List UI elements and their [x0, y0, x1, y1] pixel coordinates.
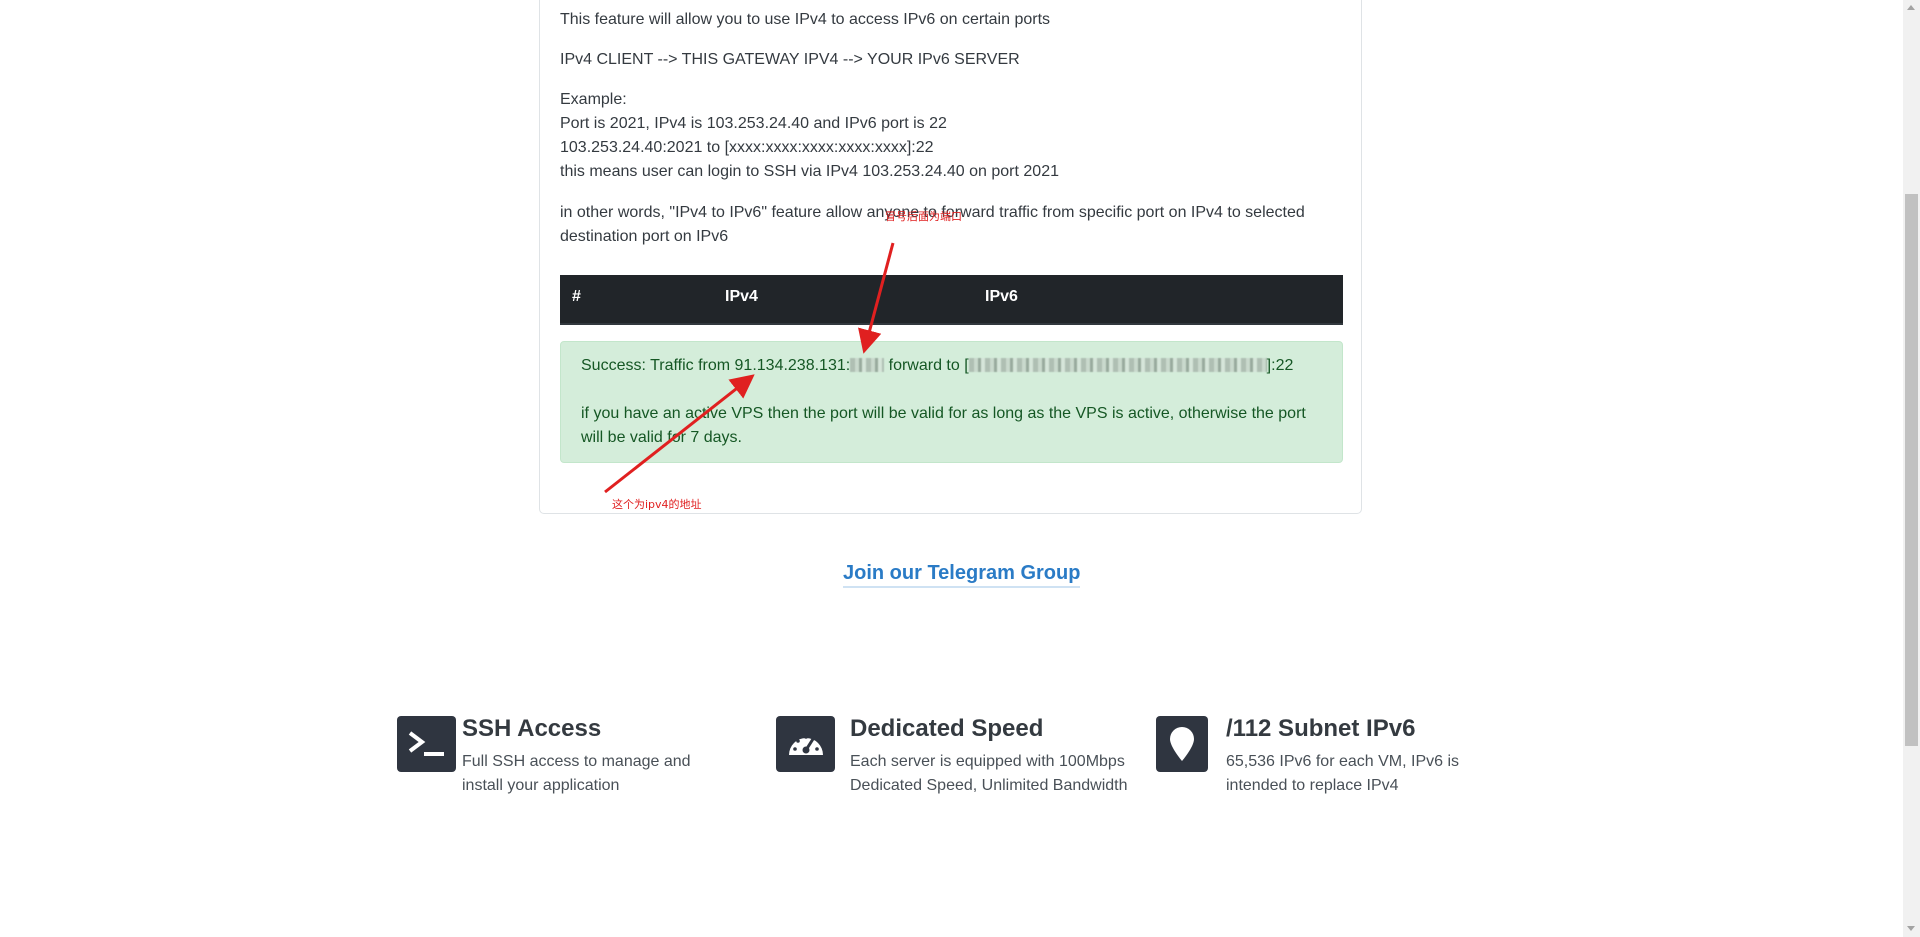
example-line-1: Port is 2021, IPv4 is 103.253.24.40 and …	[560, 115, 947, 132]
telegram-group-link[interactable]: Join our Telegram Group	[843, 562, 1081, 588]
speedometer-icon	[776, 716, 835, 772]
success-middle: forward to [	[884, 357, 969, 374]
page: This feature will allow you to use IPv4 …	[0, 0, 1920, 937]
table-header: # IPv4 IPv6	[560, 275, 1343, 325]
redacted-ipv6-address	[968, 358, 1267, 372]
scrollbar-thumb[interactable]	[1905, 194, 1918, 746]
map-pin-icon	[1156, 716, 1208, 772]
redacted-port	[850, 358, 885, 372]
example-line-2: 103.253.24.40:2021 to [xxxx:xxxx:xxxx:xx…	[560, 139, 934, 156]
success-prefix: Success: Traffic from 91.134.238.131:	[581, 357, 851, 374]
success-alert: Success: Traffic from 91.134.238.131: fo…	[560, 341, 1343, 463]
column-header-ipv6: IPv6	[985, 288, 1018, 305]
validity-message: if you have an active VPS then the port …	[581, 405, 1306, 446]
success-message: Success: Traffic from 91.134.238.131: fo…	[581, 354, 1293, 378]
vertical-scrollbar[interactable]	[1903, 0, 1920, 937]
feature-title: Dedicated Speed	[850, 715, 1044, 742]
ipv4-annotation: 这个为ipv4的地址	[612, 498, 702, 511]
other-words-line-2: destination port on IPv6	[560, 228, 729, 245]
ipv4-to-ipv6-card: This feature will allow you to use IPv4 …	[539, 0, 1362, 514]
port-annotation: 冒号后面为端口	[885, 210, 962, 223]
terminal-icon	[397, 716, 456, 772]
success-suffix: ]:22	[1266, 357, 1294, 374]
feature-title: /112 Subnet IPv6	[1226, 715, 1416, 742]
flow-text: IPv4 CLIENT --> THIS GATEWAY IPV4 --> YO…	[560, 51, 1020, 68]
example-line-3: this means user can login to SSH via IPv…	[560, 163, 1059, 180]
example-heading: Example:	[560, 91, 627, 108]
feature-title: SSH Access	[462, 715, 602, 742]
scroll-down-arrow-icon[interactable]	[1907, 926, 1915, 931]
column-header-hash: #	[572, 288, 581, 305]
scroll-up-arrow-icon[interactable]	[1907, 5, 1915, 10]
intro-text: This feature will allow you to use IPv4 …	[560, 11, 1051, 28]
feature-description: 65,536 IPv6 for each VM, IPv6 is intende…	[1226, 753, 1460, 794]
column-header-ipv4: IPv4	[725, 288, 758, 305]
feature-description: Each server is equipped with 100Mbps Ded…	[850, 753, 1128, 794]
feature-description: Full SSH access to manage and install yo…	[462, 753, 691, 794]
